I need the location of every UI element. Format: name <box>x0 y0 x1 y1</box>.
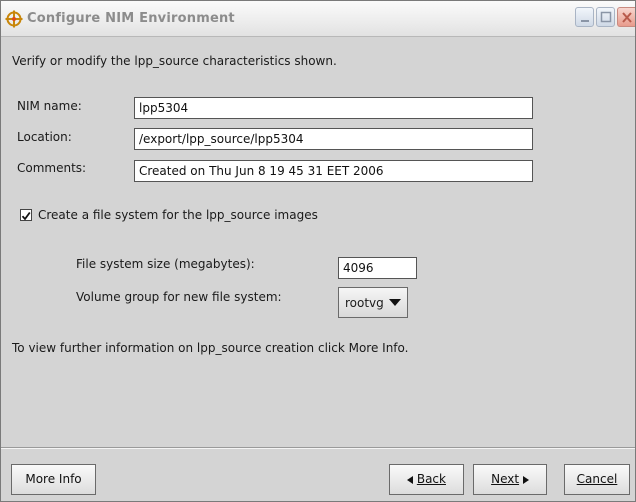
back-label: Back <box>416 472 446 486</box>
more-info-label: More Info <box>25 472 82 486</box>
volume-group-label: Volume group for new file system: <box>76 290 282 304</box>
cancel-button[interactable]: Cancel <box>564 464 630 495</box>
location-label: Location: <box>17 130 72 144</box>
checkmark-icon <box>21 211 31 221</box>
title-bar[interactable]: Configure NIM Environment <box>1 1 635 37</box>
more-info-button[interactable]: More Info <box>11 464 96 495</box>
volume-group-value: rootvg <box>345 296 384 310</box>
location-input[interactable] <box>134 128 533 150</box>
more-info-hint: To view further information on lpp_sourc… <box>12 341 409 355</box>
instruction-text: Verify or modify the lpp_source characte… <box>12 54 337 68</box>
arrow-left-icon <box>407 476 414 484</box>
maximize-button[interactable] <box>596 7 615 27</box>
create-filesystem-checkbox[interactable] <box>20 209 32 221</box>
configure-nim-window: Configure NIM Environment Verify or modi… <box>0 0 636 502</box>
filesystem-size-input[interactable] <box>338 257 417 279</box>
close-button[interactable] <box>617 7 635 27</box>
comments-input[interactable] <box>134 160 533 182</box>
chevron-down-icon <box>389 299 401 306</box>
nim-icon <box>5 10 23 28</box>
volume-group-dropdown[interactable]: rootvg <box>338 287 408 318</box>
minimize-icon <box>581 20 589 22</box>
create-filesystem-label[interactable]: Create a file system for the lpp_source … <box>38 208 318 222</box>
nim-name-input[interactable] <box>134 97 533 119</box>
comments-label: Comments: <box>17 161 87 175</box>
cancel-label: Cancel <box>576 472 618 486</box>
close-icon <box>622 12 632 23</box>
next-label: Next <box>491 472 520 486</box>
back-button[interactable]: Back <box>389 464 464 495</box>
filesystem-size-label: File system size (megabytes): <box>76 257 255 271</box>
arrow-right-icon <box>522 476 529 484</box>
window-title: Configure NIM Environment <box>27 11 235 26</box>
minimize-button[interactable] <box>575 7 594 27</box>
next-button[interactable]: Next <box>473 464 547 495</box>
nim-name-label: NIM name: <box>17 99 82 113</box>
maximize-icon <box>600 11 612 23</box>
